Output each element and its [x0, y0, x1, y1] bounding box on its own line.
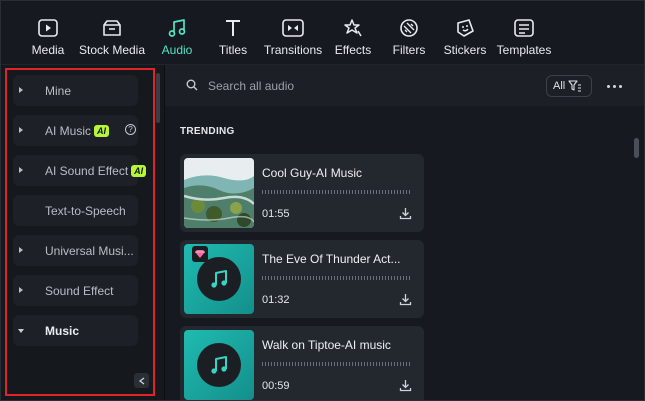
main-scrollbar[interactable]	[634, 138, 639, 158]
tab-label: Stock Media	[78, 43, 146, 57]
waveform	[262, 190, 412, 194]
titles-icon	[221, 17, 245, 39]
download-icon[interactable]	[399, 207, 412, 220]
tab-label: Media	[31, 43, 65, 57]
sidebar-item-label: Sound Effect	[45, 284, 114, 298]
sidebar-item-music[interactable]: Music	[13, 315, 138, 346]
tab-audio[interactable]: Audio	[159, 1, 195, 65]
track-title: Cool Guy-AI Music	[262, 166, 363, 180]
track-thumbnail	[184, 244, 254, 314]
tab-filters[interactable]: Filters	[392, 1, 426, 65]
search-bar: All	[165, 65, 644, 106]
tab-media[interactable]: Media	[30, 1, 66, 65]
sidebar-item-universal-music[interactable]: Universal Musi...	[13, 235, 138, 266]
track-title: Walk on Tiptoe-AI music	[262, 338, 391, 352]
track-title: The Eve Of Thunder Act...	[262, 252, 401, 266]
chevron-right-icon	[19, 87, 23, 93]
templates-icon	[512, 17, 536, 39]
sidebar-item-label: Universal Musi...	[45, 244, 134, 258]
tab-label: Filters	[392, 43, 426, 57]
sidebar-item-sound-effect[interactable]: Sound Effect	[13, 275, 138, 306]
tab-label: Audio	[161, 43, 193, 57]
stock-media-icon	[100, 17, 124, 39]
download-icon[interactable]	[399, 293, 412, 306]
sidebar-item-label: AI Music	[45, 124, 92, 138]
collapse-sidebar-button[interactable]	[134, 373, 149, 388]
tab-titles[interactable]: Titles	[217, 1, 249, 65]
sidebar-item-text: AI Music AI	[45, 124, 110, 138]
music-note-icon	[165, 17, 189, 39]
music-note-icon	[211, 270, 227, 288]
section-title: TRENDING	[180, 126, 235, 137]
tab-stickers[interactable]: Stickers	[444, 1, 486, 65]
tab-label: Templates	[496, 43, 552, 57]
stickers-icon	[453, 17, 477, 39]
music-disc-icon	[197, 343, 241, 387]
audio-list-area: TRENDING Cool Guy-AI Music 01:55 The Eve…	[165, 106, 644, 400]
tab-label: Transitions	[263, 43, 323, 57]
tab-label: Effects	[334, 43, 372, 57]
tab-label: Titles	[218, 43, 248, 57]
music-disc-icon	[197, 257, 241, 301]
audio-card[interactable]: The Eve Of Thunder Act... 01:32	[180, 240, 424, 318]
more-dot	[618, 84, 622, 88]
more-dot	[606, 84, 610, 88]
tab-stock-media[interactable]: Stock Media	[79, 1, 145, 65]
media-icon	[36, 17, 60, 39]
sidebar-item-text-to-speech[interactable]: Text-to-Speech	[13, 195, 138, 226]
media-toolbar: Media Stock Media Audio Titles Transitio…	[1, 1, 644, 65]
track-duration: 01:32	[262, 294, 290, 306]
tab-transitions[interactable]: Transitions	[264, 1, 322, 65]
search-input[interactable]	[208, 77, 458, 95]
filter-label: All	[553, 80, 566, 92]
download-icon[interactable]	[399, 379, 412, 392]
filter-icon	[568, 80, 582, 92]
chevron-right-icon	[19, 167, 23, 173]
help-icon[interactable]: ?	[125, 124, 136, 135]
track-duration: 00:59	[262, 380, 290, 392]
ai-badge: AI	[131, 165, 147, 177]
tab-effects[interactable]: Effects	[334, 1, 372, 65]
track-thumbnail	[184, 158, 254, 228]
track-thumbnail	[184, 330, 254, 400]
sidebar-item-label: AI Sound Effect	[45, 164, 129, 178]
sidebar-item-label: Text-to-Speech	[45, 204, 126, 218]
transitions-icon	[281, 17, 305, 39]
sidebar-item-label: Mine	[45, 84, 72, 98]
more-options-button[interactable]	[602, 77, 626, 95]
waveform	[262, 362, 412, 366]
music-note-icon	[211, 356, 227, 374]
ai-badge: AI	[94, 125, 110, 137]
chevron-down-icon	[18, 329, 24, 333]
audio-card[interactable]: Walk on Tiptoe-AI music 00:59	[180, 326, 424, 400]
sidebar-item-label: Music	[45, 324, 80, 338]
effects-icon	[341, 17, 365, 39]
sidebar-scrollbar[interactable]	[156, 73, 160, 123]
tab-label: Stickers	[443, 43, 487, 57]
tab-templates[interactable]: Templates	[497, 1, 551, 65]
waveform	[262, 276, 412, 280]
premium-gem-icon	[192, 246, 208, 262]
sidebar-item-ai-sound-effect[interactable]: AI Sound Effect AI	[13, 155, 147, 186]
track-duration: 01:55	[262, 208, 290, 220]
sidebar-item-text: AI Sound Effect AI	[45, 164, 147, 178]
audio-card[interactable]: Cool Guy-AI Music 01:55	[180, 154, 424, 232]
chevron-left-icon	[138, 376, 144, 385]
more-dot	[612, 84, 616, 88]
search-icon	[186, 79, 198, 91]
sidebar-item-mine[interactable]: Mine	[13, 75, 138, 106]
sidebar-item-ai-music[interactable]: AI Music AI ?	[13, 115, 138, 146]
chevron-right-icon	[19, 287, 23, 293]
audio-panel: Media Stock Media Audio Titles Transitio…	[0, 0, 645, 401]
filter-dropdown[interactable]: All	[546, 75, 592, 97]
chevron-right-icon	[19, 247, 23, 253]
filters-icon	[397, 17, 421, 39]
audio-category-sidebar: Mine AI Music AI ? AI Sound Effect AI Text…	[1, 65, 164, 400]
chevron-right-icon	[19, 127, 23, 133]
